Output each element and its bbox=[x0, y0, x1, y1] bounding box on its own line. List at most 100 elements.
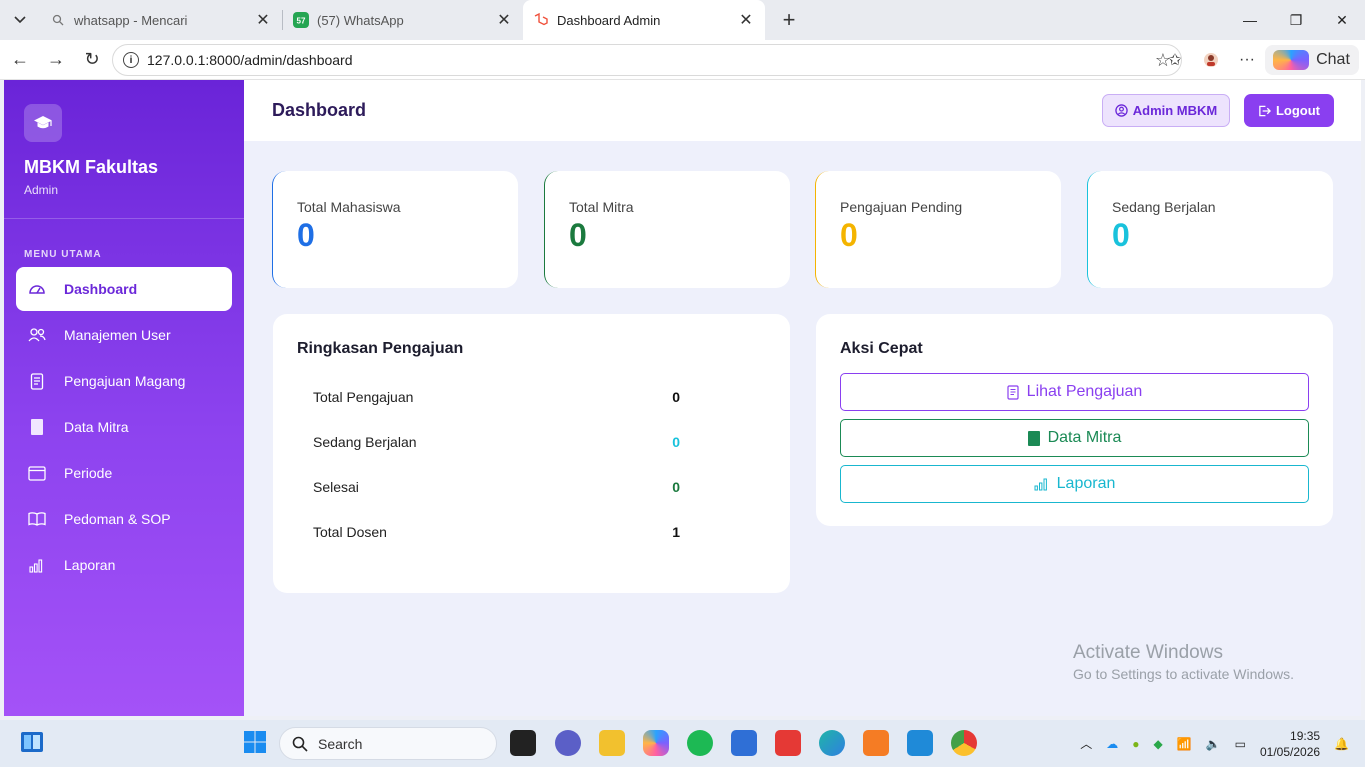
tray-app-icon[interactable]: ● bbox=[1132, 737, 1139, 751]
url-field[interactable]: i 127.0.0.1:8000/admin/dashboard ☆ bbox=[112, 44, 1182, 76]
show-hidden-icons-icon[interactable]: ︿ bbox=[1080, 735, 1092, 752]
book-icon bbox=[28, 418, 46, 436]
summary-value: 0 bbox=[672, 389, 680, 405]
tab-title: (57) WhatsApp bbox=[317, 12, 404, 28]
laporan-button[interactable]: Laporan bbox=[840, 465, 1309, 503]
close-icon[interactable]: ✕ bbox=[254, 10, 272, 30]
menu-heading: MENU UTAMA bbox=[24, 249, 102, 260]
back-icon[interactable]: ← bbox=[2, 44, 38, 76]
system-tray: ︿ ☁ ● ◆ 📶 🔈 ▭ 19:35 01/05/2026 🔔 bbox=[1080, 720, 1349, 767]
onedrive-icon[interactable]: ☁ bbox=[1106, 737, 1118, 751]
url-text: 127.0.0.1:8000/admin/dashboard bbox=[147, 52, 353, 68]
open-book-icon bbox=[28, 510, 46, 528]
task-view-icon[interactable] bbox=[510, 730, 536, 756]
sidebar-divider bbox=[4, 218, 244, 219]
stat-label: Sedang Berjalan bbox=[1112, 199, 1216, 215]
teams-chat-icon[interactable] bbox=[555, 730, 581, 756]
close-window-icon[interactable]: ✕ bbox=[1319, 0, 1365, 40]
watermark-subtitle: Go to Settings to activate Windows. bbox=[1073, 666, 1294, 682]
microsoft-store-icon[interactable] bbox=[731, 730, 757, 756]
minimize-icon[interactable]: — bbox=[1227, 0, 1273, 40]
widgets-icon[interactable] bbox=[20, 730, 46, 756]
profile-avatar-icon[interactable] bbox=[1193, 52, 1229, 68]
whatsapp-icon: 57 bbox=[293, 12, 309, 28]
more-options-icon[interactable]: ··· bbox=[1229, 51, 1265, 69]
stat-value: 0 bbox=[1112, 217, 1130, 253]
battery-icon[interactable]: ▭ bbox=[1235, 737, 1246, 751]
wifi-icon[interactable]: 📶 bbox=[1177, 737, 1192, 751]
browser-tab-bar: whatsapp - Mencari ✕ 57 (57) WhatsApp ✕ … bbox=[0, 0, 1365, 40]
address-bar-row: ← → ↻ i 127.0.0.1:8000/admin/dashboard ☆… bbox=[0, 40, 1365, 80]
summary-row: Selesai 0 bbox=[313, 479, 680, 495]
logout-button[interactable]: Logout bbox=[1244, 94, 1334, 127]
new-tab-button[interactable]: + bbox=[773, 4, 805, 36]
file-explorer-icon[interactable] bbox=[599, 730, 625, 756]
site-info-icon[interactable]: i bbox=[123, 52, 139, 68]
stat-card-pengajuan-pending: Pengajuan Pending 0 bbox=[815, 171, 1061, 288]
search-icon bbox=[292, 736, 308, 752]
search-placeholder: Search bbox=[318, 735, 363, 752]
taskbar-search[interactable]: Search bbox=[279, 727, 497, 760]
start-icon[interactable] bbox=[243, 730, 269, 756]
sidebar-item-pedoman-sop[interactable]: Pedoman & SOP bbox=[16, 497, 232, 541]
edge-icon[interactable] bbox=[819, 730, 845, 756]
stat-value: 0 bbox=[840, 217, 858, 253]
security-icon[interactable]: ◆ bbox=[1154, 737, 1163, 751]
copilot-chat-button[interactable]: Chat bbox=[1265, 45, 1359, 75]
button-label: Lihat Pengajuan bbox=[1026, 383, 1143, 400]
quick-actions-title: Aksi Cepat bbox=[840, 340, 923, 357]
spotify-icon[interactable] bbox=[687, 730, 713, 756]
window-controls: — ❐ ✕ bbox=[1227, 0, 1365, 40]
summary-label: Total Dosen bbox=[313, 524, 387, 540]
button-label: Data Mitra bbox=[1047, 429, 1122, 446]
sidebar: MBKM Fakultas Admin MENU UTAMA Dashboard… bbox=[4, 80, 244, 716]
button-label: Laporan bbox=[1056, 475, 1116, 492]
summary-label: Selesai bbox=[313, 479, 359, 495]
clock-date: 01/05/2026 bbox=[1259, 744, 1321, 759]
tab-dashboard-admin[interactable]: Dashboard Admin ✕ bbox=[523, 0, 765, 40]
sidebar-item-dashboard[interactable]: Dashboard bbox=[16, 267, 232, 311]
bar-chart-icon bbox=[28, 556, 46, 574]
user-role: Admin bbox=[24, 183, 59, 197]
copilot-app-icon[interactable] bbox=[643, 730, 669, 756]
summary-row: Sedang Berjalan 0 bbox=[313, 434, 680, 450]
wps-office-icon[interactable] bbox=[775, 730, 801, 756]
close-icon[interactable]: ✕ bbox=[737, 10, 755, 30]
close-icon[interactable]: ✕ bbox=[495, 10, 513, 30]
sidebar-item-label: Dashboard bbox=[64, 281, 138, 297]
clock[interactable]: 19:35 01/05/2026 bbox=[1260, 728, 1320, 760]
document-icon bbox=[1007, 384, 1019, 400]
refresh-icon[interactable]: ↻ bbox=[74, 44, 110, 76]
admin-profile-button[interactable]: Admin MBKM bbox=[1102, 94, 1230, 127]
restore-icon[interactable]: ❐ bbox=[1273, 0, 1319, 40]
tab-actions-menu[interactable] bbox=[4, 4, 36, 36]
sidebar-item-periode[interactable]: Periode bbox=[16, 451, 232, 495]
tab-title: whatsapp - Mencari bbox=[74, 12, 188, 28]
notification-bell-icon[interactable]: 🔔 bbox=[1334, 737, 1349, 751]
tab-whatsapp-search[interactable]: whatsapp - Mencari ✕ bbox=[40, 0, 282, 40]
vscode-icon[interactable] bbox=[907, 730, 933, 756]
top-header: Dashboard Admin MBKM Logout bbox=[244, 80, 1361, 141]
favorites-icon[interactable]: ✩ bbox=[1157, 50, 1193, 70]
sidebar-item-manajemen-user[interactable]: Manajemen User bbox=[16, 313, 232, 357]
lihat-pengajuan-button[interactable]: Lihat Pengajuan bbox=[840, 373, 1309, 411]
sidebar-item-pengajuan-magang[interactable]: Pengajuan Magang bbox=[16, 359, 232, 403]
tab-whatsapp[interactable]: 57 (57) WhatsApp ✕ bbox=[283, 0, 523, 40]
summary-title: Ringkasan Pengajuan bbox=[297, 340, 464, 357]
stat-label: Pengajuan Pending bbox=[840, 199, 963, 215]
sidebar-item-laporan[interactable]: Laporan bbox=[16, 543, 232, 587]
xampp-icon[interactable] bbox=[863, 730, 889, 756]
chevron-down-icon bbox=[14, 16, 26, 24]
sidebar-item-label: Laporan bbox=[64, 557, 116, 573]
sidebar-item-data-mitra[interactable]: Data Mitra bbox=[16, 405, 232, 449]
sidebar-item-label: Pengajuan Magang bbox=[64, 373, 186, 389]
stat-value: 0 bbox=[297, 217, 315, 253]
windows-taskbar: Search ︿ ☁ ● ◆ 📶 🔈 ▭ 19:35 01/05/2026 🔔 bbox=[0, 720, 1365, 767]
volume-icon[interactable]: 🔈 bbox=[1206, 737, 1221, 751]
stat-label: Total Mahasiswa bbox=[297, 199, 401, 215]
document-icon bbox=[28, 372, 46, 390]
data-mitra-button[interactable]: Data Mitra bbox=[840, 419, 1309, 457]
sidebar-item-label: Manajemen User bbox=[64, 327, 171, 343]
forward-icon[interactable]: → bbox=[38, 44, 74, 76]
chrome-icon[interactable] bbox=[951, 730, 977, 756]
